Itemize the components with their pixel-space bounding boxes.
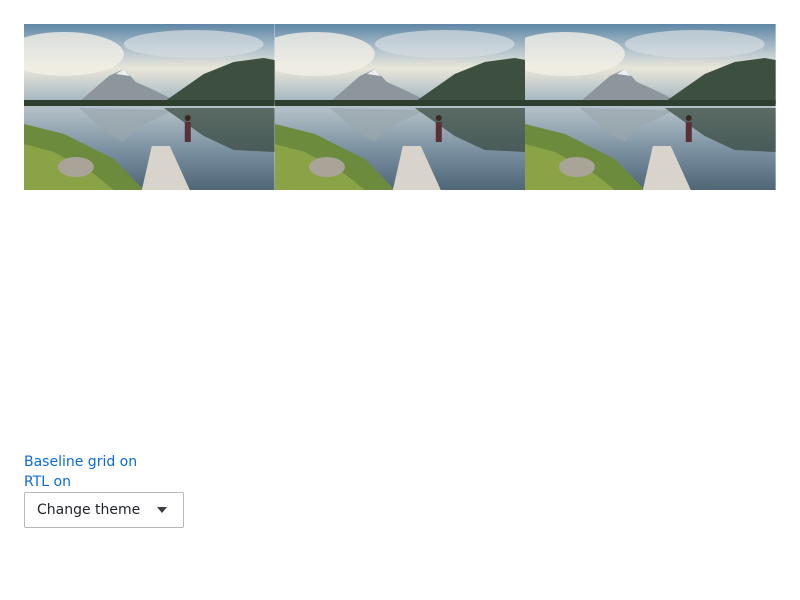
rtl-toggle[interactable]: RTL on <box>24 472 184 492</box>
demo-controls: Baseline grid on RTL on Change theme <box>24 452 184 528</box>
mountain-lake-photo <box>525 24 776 190</box>
image-gallery <box>24 24 776 190</box>
page: Baseline grid on RTL on Change theme <box>0 0 800 600</box>
change-theme-label: Change theme <box>37 502 141 518</box>
gallery-photo[interactable] <box>274 24 526 190</box>
gallery-photo[interactable] <box>525 24 776 190</box>
mountain-lake-photo <box>274 24 526 190</box>
change-theme-select[interactable]: Change theme <box>24 492 184 528</box>
caret-down-icon <box>157 507 167 513</box>
mountain-lake-photo <box>24 24 275 190</box>
gallery-photo[interactable] <box>24 24 275 190</box>
baseline-grid-toggle[interactable]: Baseline grid on <box>24 452 184 472</box>
